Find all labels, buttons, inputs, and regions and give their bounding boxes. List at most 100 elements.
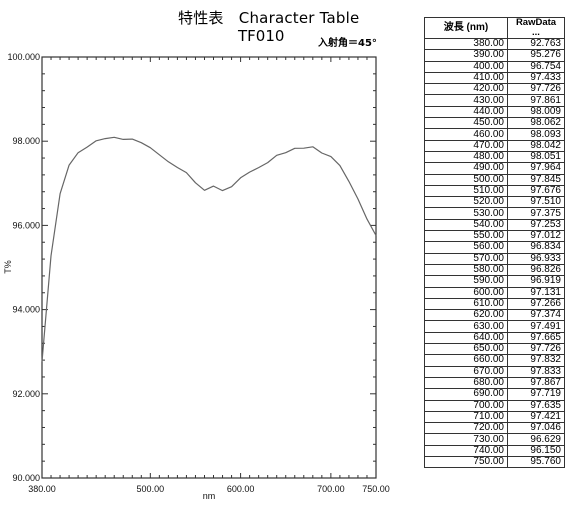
rawdata-cell: 97.046	[507, 422, 565, 435]
table-row: 620.00 97.374	[424, 309, 565, 322]
wavelength-cell: 460.00	[424, 128, 508, 141]
table-row: 530.00 97.375	[424, 207, 565, 220]
rawdata-cell: 96.919	[507, 275, 565, 288]
y-tick-label: 96.000	[12, 220, 40, 230]
rawdata-cell: 97.833	[507, 365, 565, 378]
wavelength-cell: 740.00	[424, 444, 508, 457]
table-row: 540.00 97.253	[424, 218, 565, 232]
rawdata-cell: 97.374	[507, 309, 565, 322]
rawdata-cell: 97.266	[507, 297, 565, 311]
rawdata-cell: 97.433	[507, 71, 565, 85]
rawdata-cell: 97.012	[507, 230, 565, 243]
wavelength-cell: 440.00	[424, 105, 508, 119]
table-row: 550.00 97.012	[424, 230, 565, 243]
rawdata-cell: 97.665	[507, 331, 565, 345]
column-header-wavelength[interactable]: 波長 (nm)	[424, 17, 508, 39]
wavelength-cell: 660.00	[424, 354, 508, 367]
table-row: 380.00 92.763	[424, 37, 565, 51]
x-axis-title: nm	[203, 491, 216, 501]
rawdata-cell: 98.093	[507, 128, 565, 141]
x-tick-label: 700.00	[317, 484, 345, 494]
y-tick-label: 100.000	[7, 52, 40, 62]
wavelength-cell: 420.00	[424, 83, 508, 96]
table-row: 410.00 97.433	[424, 71, 565, 85]
wavelength-cell: 700.00	[424, 399, 508, 412]
wavelength-cell: 720.00	[424, 422, 508, 435]
rawdata-cell: 96.826	[507, 263, 565, 277]
wavelength-cell: 710.00	[424, 410, 508, 424]
table-row: 720.00 97.046	[424, 422, 565, 435]
table-row: 400.00 96.754	[424, 60, 565, 73]
wavelength-cell: 400.00	[424, 60, 508, 73]
table-row: 600.00 97.131	[424, 286, 565, 299]
rawdata-cell: 97.964	[507, 162, 565, 175]
table-row: 690.00 97.719	[424, 388, 565, 401]
wavelength-cell: 520.00	[424, 196, 508, 209]
rawdata-cell: 97.726	[507, 83, 565, 96]
rawdata-cell: 97.253	[507, 218, 565, 232]
table-header-row: 波長 (nm) RawData ...	[424, 17, 565, 39]
wavelength-cell: 560.00	[424, 241, 508, 254]
rawdata-cell: 97.635	[507, 399, 565, 412]
wavelength-cell: 750.00	[424, 455, 508, 469]
rawdata-cell: 97.131	[507, 286, 565, 299]
rawdata-cell: 96.933	[507, 252, 565, 265]
wavelength-cell: 450.00	[424, 117, 508, 130]
rawdata-cell: 97.832	[507, 354, 565, 367]
table-row: 590.00 96.919	[424, 275, 565, 288]
wavelength-cell: 510.00	[424, 184, 508, 198]
wavelength-cell: 580.00	[424, 263, 508, 277]
y-tick-label: 94.000	[12, 305, 40, 315]
rawdata-cell: 97.375	[507, 207, 565, 220]
data-table: 波長 (nm) RawData ... 380.00 92.763 390.00 95…	[424, 17, 565, 469]
rawdata-cell: 92.763	[507, 37, 565, 51]
rawdata-cell: 96.629	[507, 433, 565, 446]
wavelength-cell: 430.00	[424, 94, 508, 107]
table-row: 710.00 97.421	[424, 410, 565, 424]
rawdata-cell: 98.042	[507, 139, 565, 152]
table-row: 560.00 96.834	[424, 241, 565, 254]
plot-frame	[41, 56, 377, 479]
wavelength-cell: 730.00	[424, 433, 508, 446]
wavelength-cell: 650.00	[424, 343, 508, 356]
rawdata-cell: 97.845	[507, 173, 565, 186]
table-row: 500.00 97.845	[424, 173, 565, 186]
table-row: 460.00 98.093	[424, 128, 565, 141]
axis-ticks	[41, 56, 377, 479]
wavelength-cell: 690.00	[424, 388, 508, 401]
wavelength-cell: 680.00	[424, 376, 508, 390]
series-layer	[41, 136, 377, 362]
tick-labels: 380.00 500.00 600.00 700.00 750.00 90.000 92.0…	[7, 52, 389, 494]
wavelength-cell: 500.00	[424, 173, 508, 186]
rawdata-cell: 98.009	[507, 105, 565, 119]
column-header-rawdata[interactable]: RawData ...	[507, 17, 565, 39]
rawdata-cell: 96.150	[507, 444, 565, 457]
table-row: 420.00 97.726	[424, 83, 565, 96]
table-row: 630.00 97.491	[424, 320, 565, 333]
table-row: 610.00 97.266	[424, 297, 565, 311]
table-row: 650.00 97.726	[424, 343, 565, 356]
x-tick-label: 380.00	[28, 484, 56, 494]
wavelength-cell: 530.00	[424, 207, 508, 220]
rawdata-cell: 97.510	[507, 196, 565, 209]
x-tick-label: 500.00	[137, 484, 165, 494]
wavelength-cell: 670.00	[424, 365, 508, 378]
table-row: 730.00 96.629	[424, 433, 565, 446]
rawdata-cell: 95.760	[507, 455, 565, 469]
wavelength-cell: 550.00	[424, 230, 508, 243]
x-tick-label: 750.00	[362, 484, 390, 494]
plot-area: 380.00 500.00 600.00 700.00 750.00 90.000 92.0…	[3, 52, 390, 501]
rawdata-cell: 95.276	[507, 49, 565, 62]
rawdata-cell: 97.726	[507, 343, 565, 356]
table-row: 390.00 95.276	[424, 49, 565, 62]
table-row: 670.00 97.833	[424, 365, 565, 378]
wavelength-cell: 600.00	[424, 286, 508, 299]
table-row: 580.00 96.826	[424, 263, 565, 277]
table-row: 470.00 98.042	[424, 139, 565, 152]
rawdata-cell: 97.867	[507, 376, 565, 390]
rawdata-cell: 97.719	[507, 388, 565, 401]
y-tick-label: 92.000	[12, 389, 40, 399]
y-tick-label: 90.000	[12, 473, 40, 483]
table-row: 680.00 97.867	[424, 376, 565, 390]
wavelength-cell: 470.00	[424, 139, 508, 152]
